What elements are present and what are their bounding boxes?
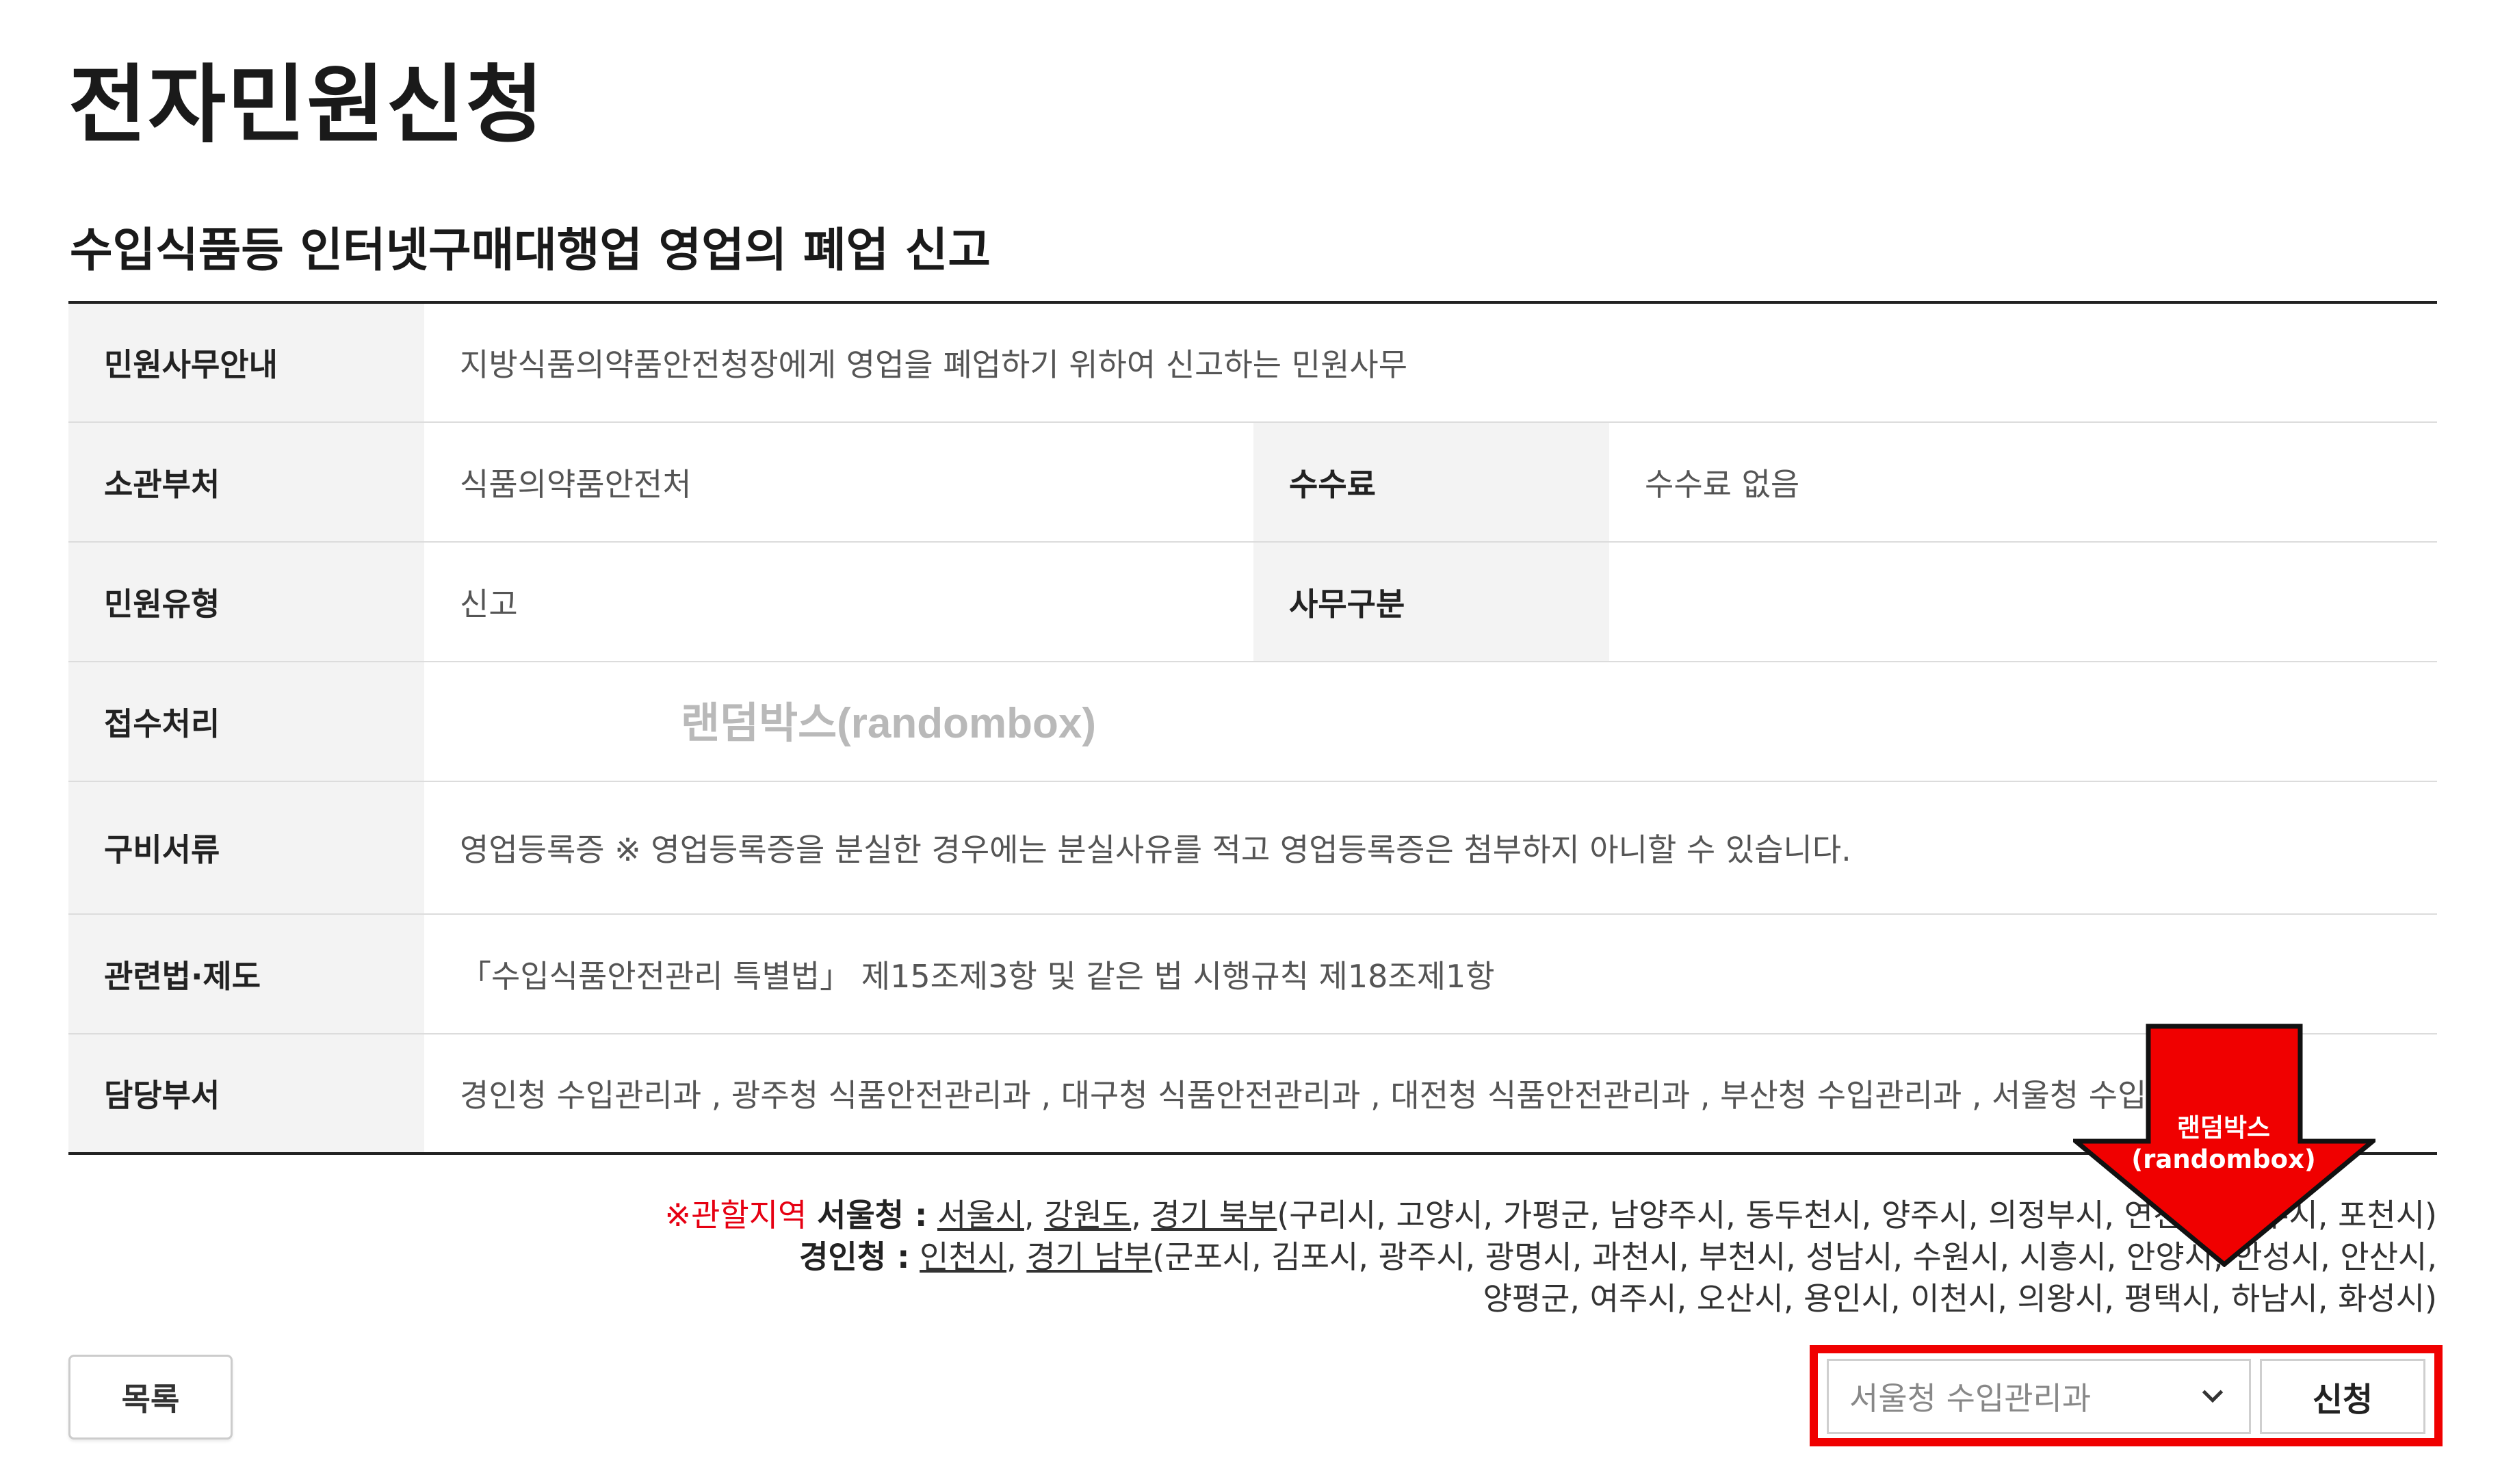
department-value: 식품의약품안전처 [424,422,1253,543]
gyeongin-office-label: 경인청 : [799,1238,910,1275]
list-button[interactable]: 목록 [68,1355,233,1440]
seoul-office-label: 서울청 : [817,1197,928,1234]
watermark-text: 랜덤박스(randombox) [681,700,1097,747]
office-label: 담당부서 [68,1034,424,1154]
documents-label: 구비서류 [68,781,424,915]
department-label: 소관부처 [68,422,424,543]
region-seoul-city: 서울시 [937,1197,1024,1234]
processing-label: 접수처리 [68,662,424,782]
jurisdiction-label: ※관할지역 [664,1197,807,1234]
region-gyeonggi-north: 경기 북부 [1151,1197,1277,1234]
category-label: 사무구분 [1253,542,1609,662]
guide-label: 민원사무안내 [68,302,424,423]
separator: , [1006,1238,1027,1275]
law-value: 「수입식품안전관리 특별법」 제15조제3항 및 같은 법 시행규칙 제18조제… [424,914,2437,1034]
separator: , [1024,1197,1045,1234]
callout-label: 랜덤박스 (randombox) [2121,1112,2326,1175]
guide-value: 지방식품의약품안전청장에게 영업을 폐업하기 위하여 신고하는 민원사무 [424,302,2437,423]
category-value [1609,542,2437,662]
row-processing: 접수처리 [68,662,2437,782]
callout-line-2: (randombox) [2131,1145,2316,1174]
row-type: 민원유형 신고 사무구분 [68,542,2437,662]
row-guide: 민원사무안내 지방식품의약품안전청장에게 영업을 폐업하기 위하여 신고하는 민… [68,302,2437,423]
type-label: 민원유형 [68,542,424,662]
row-documents: 구비서류 영업등록증 ※ 영업등록증을 분실한 경우에는 분실사유를 적고 영업… [68,781,2437,915]
region-gangwon: 강원도 [1044,1197,1132,1234]
highlight-box [1810,1345,2443,1446]
fee-value: 수수료 없음 [1609,422,2437,543]
callout-line-1: 랜덤박스 [2176,1113,2271,1143]
region-gyeonggi-south: 경기 남부 [1026,1238,1153,1275]
section-title: 수입식품등 인터넷구매대행업 영업의 폐업 신고 [70,224,991,278]
fee-label: 수수료 [1253,422,1609,543]
separator: , [1131,1197,1151,1234]
region-incheon: 인천시 [920,1238,1007,1275]
row-law: 관련법·제도 「수입식품안전관리 특별법」 제15조제3항 및 같은 법 시행규… [68,914,2437,1034]
page-title: 전자민원신청 [68,56,545,155]
row-department: 소관부처 식품의약품안전처 수수료 수수료 없음 [68,422,2437,543]
law-label: 관련법·제도 [68,914,424,1034]
documents-value: 영업등록증 ※ 영업등록증을 분실한 경우에는 분실사유를 적고 영업등록증은 … [424,781,2437,915]
gyeongin-region-list-2: 양평군, 여주시, 오산시, 용인시, 이천시, 의왕시, 평택시, 하남시, … [1483,1280,2437,1317]
type-value: 신고 [424,542,1253,662]
